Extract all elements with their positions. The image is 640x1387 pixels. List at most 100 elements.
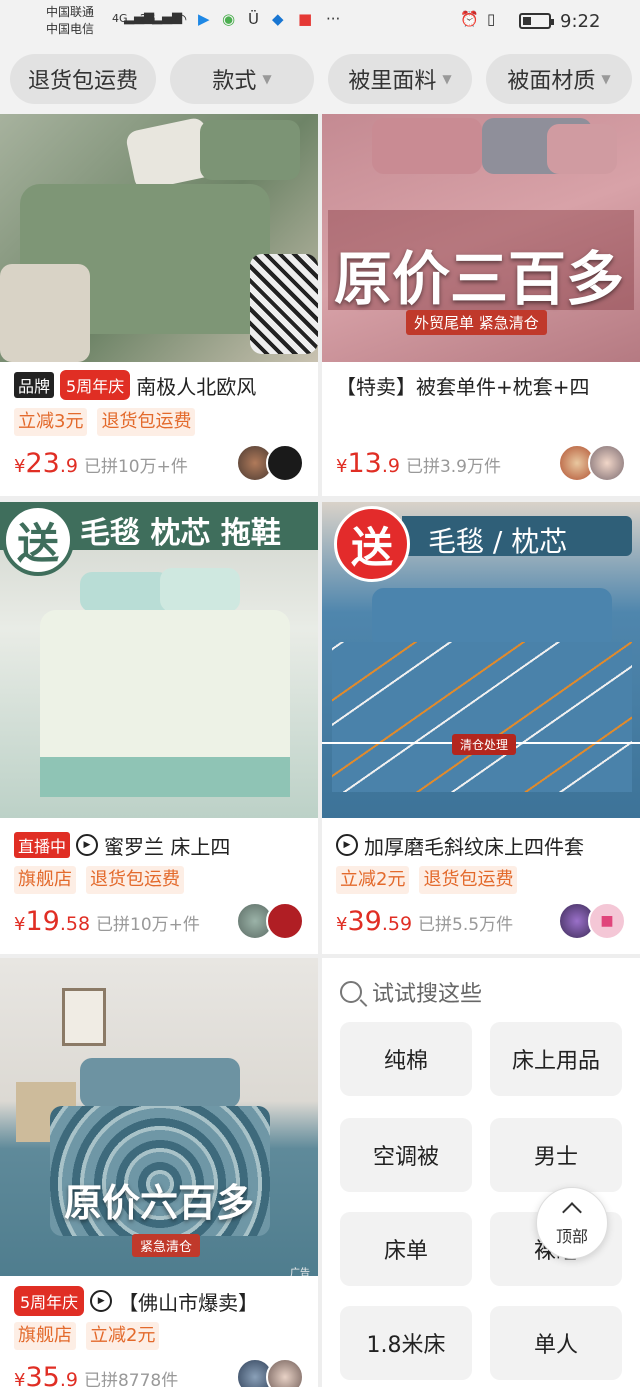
price-decimal: .58 (59, 913, 91, 935)
suggestion-chip[interactable]: 床单 (340, 1212, 472, 1286)
price-integer: 23 (25, 448, 60, 479)
filter-label: 退货包运费 (27, 69, 138, 94)
buyer-avatars (236, 902, 304, 940)
ad-label: 广告 (290, 1268, 310, 1276)
message-icon: ■ (298, 10, 313, 28)
tag: 旗舰店 (14, 1322, 76, 1350)
price: ¥39.59 已拼5.5万件 (336, 906, 513, 937)
product-title[interactable]: 【特卖】被套单件+枕套+四 (336, 370, 634, 400)
app-icon: ▶ (198, 10, 210, 28)
clock: 9:22 (560, 11, 601, 32)
buyer-avatars (558, 444, 626, 482)
price: ¥23.9 已拼10万+件 (14, 448, 188, 479)
price-integer: 19 (25, 906, 60, 937)
anniversary-badge: 5周年庆 (60, 370, 131, 400)
suggestions-title: 试试搜这些 (372, 982, 483, 1007)
product-image[interactable]: 送 毛毯 枕芯 拖鞋 (0, 502, 318, 818)
vibrate-icon: ▯ (487, 10, 496, 28)
product-image[interactable]: 原价六百多 紧急清仓 广告 (0, 958, 318, 1276)
live-badge: 直播中 (14, 832, 71, 858)
tag-list: 立减2元 退货包运费 (336, 866, 518, 896)
overlay-strip: 清仓处理 (452, 734, 517, 755)
price-integer: 13 (347, 448, 382, 479)
filter-lining-fabric[interactable]: 被里面料 ▼ (328, 54, 472, 104)
price: ¥13.9 已拼3.9万件 (336, 448, 501, 479)
back-to-top-button[interactable]: 顶部 (536, 1187, 608, 1259)
product-card[interactable]: 送 毛毯 枕芯 拖鞋 直播中 ▶ 蜜罗兰 床上四 旗舰店 退货包运费 ¥19.5… (0, 502, 318, 954)
gift-banner: 毛毯 枕芯 拖鞋 (80, 516, 281, 551)
suggestion-chip[interactable]: 男士 (490, 1118, 622, 1192)
product-card[interactable]: 送 毛毯 / 枕芯 清仓处理 ▶ 加厚磨毛斜纹床上四件套 立减2元 退货包运费 … (322, 502, 640, 954)
avatar (588, 444, 626, 482)
price: ¥19.58 已拼10万+件 (14, 906, 200, 937)
gift-badge: 送 (334, 506, 410, 582)
currency-symbol: ¥ (336, 914, 348, 935)
product-image[interactable]: 送 毛毯 / 枕芯 清仓处理 (322, 502, 640, 818)
gift-badge: 送 (2, 504, 74, 576)
avatar (266, 444, 304, 482)
currency-symbol: ¥ (14, 456, 26, 477)
product-card[interactable]: 品牌 5周年庆 南极人北欧风 立减3元 退货包运费 ¥23.9 已拼10万+件 (0, 114, 318, 496)
currency-symbol: ¥ (14, 1370, 26, 1387)
anniversary-badge: 5周年庆 (14, 1286, 85, 1316)
play-icon: ▶ (336, 834, 358, 856)
price-decimal: .9 (381, 455, 400, 477)
sold-count: 已拼10万+件 (83, 457, 188, 477)
filter-bar: 退货包运费 款式 ▼ 被里面料 ▼ 被面材质 ▼ (0, 44, 640, 114)
product-card[interactable]: 原价六百多 紧急清仓 广告 5周年庆 ▶ 【佛山市爆卖】 旗舰店 立减2元 ¥3… (0, 958, 318, 1387)
filter-style[interactable]: 款式 ▼ (170, 54, 314, 104)
price-decimal: .9 (59, 1369, 78, 1387)
suggestions-header: 试试搜这些 (340, 976, 482, 1008)
alarm-icon: ⏰ (460, 10, 479, 28)
filter-cover-material[interactable]: 被面材质 ▼ (486, 54, 632, 104)
suggestion-chip[interactable]: 床上用品 (490, 1022, 622, 1096)
product-image[interactable] (0, 114, 318, 362)
suggestion-chip[interactable]: 纯棉 (340, 1022, 472, 1096)
product-title[interactable]: 直播中 ▶ 蜜罗兰 床上四 (14, 830, 312, 860)
overlay-strip: 外贸尾单 紧急清仓 (406, 310, 547, 335)
buyer-avatars (236, 444, 304, 482)
price-integer: 39 (347, 906, 382, 937)
vpn-icon: Ü (248, 10, 259, 28)
product-card[interactable]: 原价三百多 外贸尾单 紧急清仓 【特卖】被套单件+枕套+四 ¥13.9 已拼3.9… (322, 114, 640, 496)
wifi-icon: ◠ (174, 10, 188, 28)
suggestion-chip[interactable]: 空调被 (340, 1118, 472, 1192)
sold-count: 已拼10万+件 (96, 915, 200, 935)
title-text: 【佛山市爆卖】 (118, 1290, 259, 1315)
sold-count: 已拼3.9万件 (405, 457, 501, 477)
price-decimal: .59 (381, 913, 413, 935)
more-icon: ··· (326, 10, 341, 28)
play-icon: ▶ (90, 1290, 113, 1312)
search-suggestions: 试试搜这些 纯棉 床上用品 空调被 男士 床单 裸睡 1.8米床 单人 (322, 958, 640, 1387)
tag: 旗舰店 (14, 866, 76, 894)
chevron-up-icon (562, 1202, 582, 1222)
title-text: 蜜罗兰 床上四 (104, 834, 231, 859)
overlay-headline: 原价三百多 (334, 245, 625, 313)
app-icon-2: ◉ (222, 10, 236, 28)
sold-count: 已拼8778件 (83, 1371, 179, 1387)
suggestion-chip[interactable]: 单人 (490, 1306, 622, 1380)
caret-down-icon: ▼ (262, 72, 272, 86)
shield-icon: ◆ (272, 10, 284, 28)
tag: 退货包运费 (97, 408, 196, 436)
product-title[interactable]: 品牌 5周年庆 南极人北欧风 (14, 370, 312, 400)
product-title[interactable]: ▶ 加厚磨毛斜纹床上四件套 (336, 830, 634, 860)
tag-list: 旗舰店 立减2元 (14, 1322, 160, 1352)
tag: 立减2元 (336, 866, 410, 894)
avatar: ■ (588, 902, 626, 940)
tag-list: 立减3元 退货包运费 (14, 408, 196, 438)
product-image[interactable]: 原价三百多 外贸尾单 紧急清仓 (322, 114, 640, 362)
price-integer: 35 (25, 1362, 60, 1387)
price-decimal: .9 (59, 455, 78, 477)
tag: 退货包运费 (86, 866, 184, 894)
overlay-headline: 原价六百多 (64, 1181, 255, 1225)
avatar (266, 902, 304, 940)
currency-symbol: ¥ (14, 914, 26, 935)
filter-free-return[interactable]: 退货包运费 (10, 54, 156, 104)
play-icon: ▶ (76, 834, 99, 856)
price: ¥35.9 已拼8778件 (14, 1362, 178, 1387)
suggestion-chip[interactable]: 1.8米床 (340, 1306, 472, 1380)
buyer-avatars (236, 1358, 304, 1387)
brand-badge: 品牌 (14, 372, 55, 398)
product-title[interactable]: 5周年庆 ▶ 【佛山市爆卖】 (14, 1286, 312, 1316)
